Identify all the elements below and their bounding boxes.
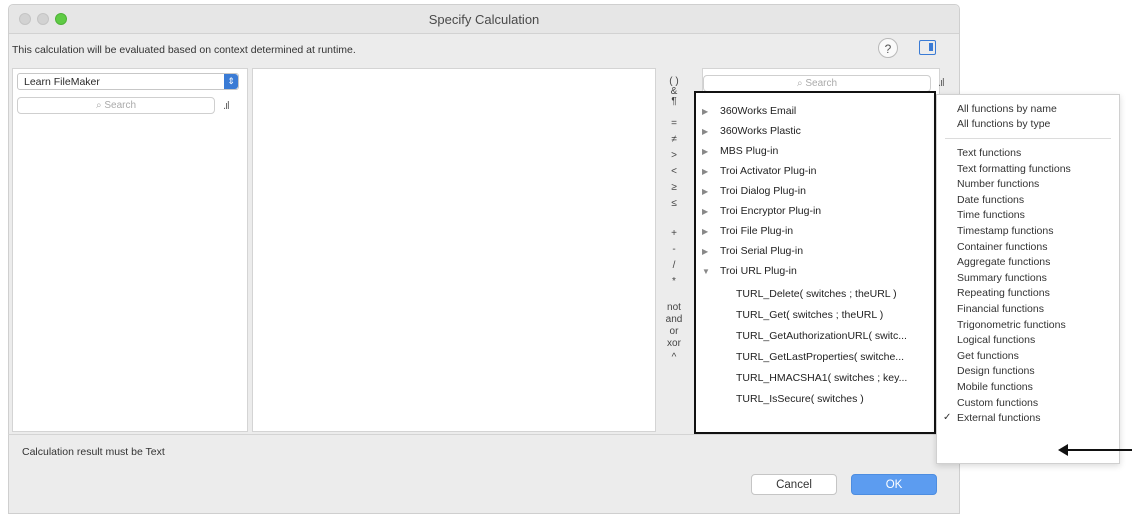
checkmark-icon: ✓ — [943, 412, 952, 424]
function-group-label: 360Works Plastic — [720, 125, 801, 137]
table-occurrence-popup[interactable]: Learn FileMaker ⇕ — [17, 73, 239, 90]
disclosure-collapsed-icon[interactable]: ▶ — [702, 247, 720, 256]
fields-search-input[interactable]: ⌕ Search — [17, 97, 215, 114]
menu-item[interactable]: Custom functions — [957, 397, 1038, 409]
disclosure-collapsed-icon[interactable]: ▶ — [702, 207, 720, 216]
functions-list: ▶ 360Works Email ▶ 360Works Plastic ▶ MBS Plu… — [694, 91, 936, 434]
operator-button[interactable]: not — [660, 302, 688, 313]
context-description: This calculation will be evaluated based… — [12, 44, 356, 56]
result-type-label: Calculation result must be Text — [22, 446, 165, 458]
annotation-arrow-line — [1066, 449, 1132, 451]
menu-item[interactable]: Container functions — [957, 241, 1047, 253]
function-item[interactable]: TURL_Delete( switches ; theURL ) — [736, 288, 897, 300]
operator-button[interactable]: ^ — [660, 352, 688, 363]
menu-item[interactable]: Aggregate functions — [957, 256, 1050, 268]
menu-item[interactable]: Get functions — [957, 350, 1019, 362]
title-bar: Specify Calculation — [9, 5, 959, 34]
function-group-row[interactable]: ▶ 360Works Plastic — [702, 125, 801, 137]
cancel-button[interactable]: Cancel — [751, 474, 837, 495]
window-title: Specify Calculation — [428, 12, 540, 27]
disclosure-collapsed-icon[interactable]: ▶ — [702, 147, 720, 156]
operator-button[interactable]: ≥ — [660, 182, 688, 193]
operator-button[interactable]: or — [660, 326, 688, 337]
popup-arrows-icon: ⇕ — [224, 74, 238, 89]
operator-button[interactable]: ≤ — [660, 198, 688, 209]
function-view-menu: All functions by name All functions by ty… — [936, 94, 1120, 464]
functions-search-input[interactable]: ⌕ Search — [703, 75, 931, 92]
menu-item[interactable]: All functions by type — [957, 118, 1050, 130]
function-group-label: Troi URL Plug-in — [720, 265, 797, 277]
menu-item[interactable]: External functions — [957, 412, 1040, 424]
function-group-label: 360Works Email — [720, 105, 797, 117]
function-item[interactable]: TURL_GetLastProperties( switche... — [736, 351, 904, 363]
operator-button[interactable]: ≠ — [660, 134, 688, 145]
help-button[interactable]: ? — [878, 38, 898, 58]
operator-button[interactable]: and — [660, 314, 688, 325]
sort-options-icon[interactable]: .ıl — [223, 100, 229, 112]
footer-divider — [8, 434, 958, 435]
function-group-row[interactable]: ▶ MBS Plug-in — [702, 145, 778, 157]
function-group-label: Troi Serial Plug-in — [720, 245, 804, 257]
functions-search-placeholder: Search — [805, 78, 838, 89]
operator-button[interactable]: < — [660, 166, 688, 177]
ok-button[interactable]: OK — [851, 474, 937, 495]
disclosure-collapsed-icon[interactable]: ▶ — [702, 187, 720, 196]
function-group-label: MBS Plug-in — [720, 145, 779, 157]
menu-item[interactable]: Mobile functions — [957, 381, 1033, 393]
operator-button[interactable]: - — [660, 244, 688, 255]
calculation-editor[interactable] — [252, 68, 656, 432]
function-group-row[interactable]: ▶ Troi Encryptor Plug-in — [702, 205, 821, 217]
disclosure-collapsed-icon[interactable]: ▶ — [702, 127, 720, 136]
operator-button[interactable]: > — [660, 150, 688, 161]
operator-button[interactable]: ¶ — [660, 96, 688, 107]
function-item[interactable]: TURL_IsSecure( switches ) — [736, 393, 864, 405]
function-group-label: Troi Activator Plug-in — [720, 165, 817, 177]
disclosure-expanded-icon[interactable]: ▼ — [702, 267, 720, 276]
menu-item[interactable]: Design functions — [957, 365, 1035, 377]
menu-separator — [945, 138, 1111, 139]
operator-button[interactable]: / — [660, 260, 688, 271]
menu-item[interactable]: Trigonometric functions — [957, 319, 1066, 331]
function-group-row[interactable]: ▼ Troi URL Plug-in — [702, 265, 797, 277]
disclosure-collapsed-icon[interactable]: ▶ — [702, 227, 720, 236]
operator-button[interactable]: * — [660, 276, 688, 287]
operator-button[interactable]: xor — [660, 338, 688, 349]
fields-pane: Learn FileMaker ⇕ ⌕ Search .ıl — [12, 68, 248, 432]
function-item[interactable]: TURL_HMACSHA1( switches ; key... — [736, 372, 907, 384]
menu-item[interactable]: Financial functions — [957, 303, 1044, 315]
disclosure-collapsed-icon[interactable]: ▶ — [702, 107, 720, 116]
function-group-row[interactable]: ▶ Troi File Plug-in — [702, 225, 793, 237]
menu-item[interactable]: Timestamp functions — [957, 225, 1053, 237]
menu-item[interactable]: Date functions — [957, 194, 1024, 206]
function-group-label: Troi Encryptor Plug-in — [720, 205, 822, 217]
function-group-row[interactable]: ▶ Troi Activator Plug-in — [702, 165, 816, 177]
menu-item[interactable]: Number functions — [957, 178, 1039, 190]
function-group-label: Troi Dialog Plug-in — [720, 185, 806, 197]
operator-button[interactable]: = — [660, 118, 688, 129]
table-popup-label: Learn FileMaker — [24, 76, 100, 88]
fields-search-placeholder: Search — [104, 100, 137, 111]
function-group-row[interactable]: ▶ Troi Serial Plug-in — [702, 245, 803, 257]
sidebar-toggle-icon[interactable] — [919, 40, 936, 55]
operators-column: ( ) & ¶ = ≠ > < ≥ ≤ + - / * not and or xor ^ — [660, 72, 688, 428]
function-group-row[interactable]: ▶ 360Works Email — [702, 105, 796, 117]
menu-item[interactable]: Logical functions — [957, 334, 1035, 346]
function-item[interactable]: TURL_Get( switches ; theURL ) — [736, 309, 883, 321]
menu-item[interactable]: Text functions — [957, 147, 1021, 159]
menu-item[interactable]: Text formatting functions — [957, 163, 1071, 175]
disclosure-collapsed-icon[interactable]: ▶ — [702, 167, 720, 176]
annotation-arrow-head — [1058, 444, 1068, 456]
menu-item[interactable]: All functions by name — [957, 103, 1057, 115]
function-item[interactable]: TURL_GetAuthorizationURL( switc... — [736, 330, 907, 342]
operator-button[interactable]: + — [660, 228, 688, 239]
menu-item[interactable]: Time functions — [957, 209, 1025, 221]
function-group-row[interactable]: ▶ Troi Dialog Plug-in — [702, 185, 806, 197]
function-group-label: Troi File Plug-in — [720, 225, 794, 237]
function-view-options-icon[interactable]: .ıl — [938, 77, 944, 89]
menu-item[interactable]: Repeating functions — [957, 287, 1050, 299]
menu-item[interactable]: Summary functions — [957, 272, 1047, 284]
